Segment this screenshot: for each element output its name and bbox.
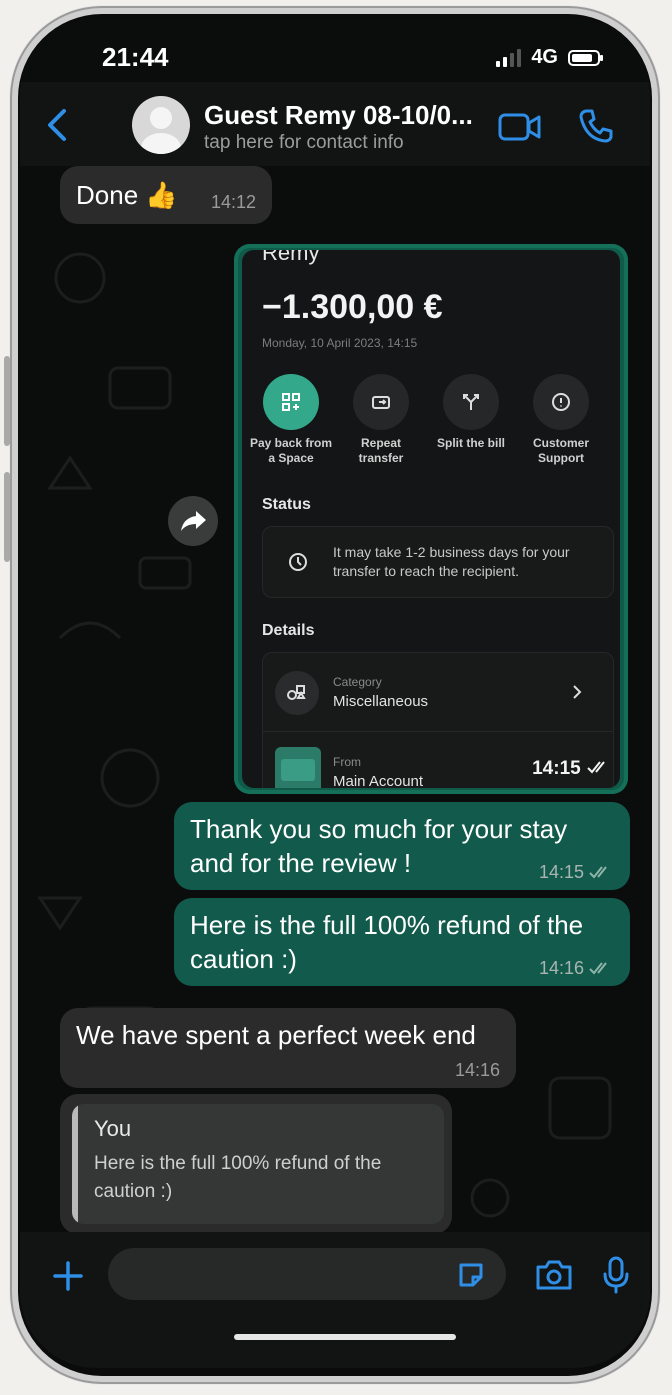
quote-bar <box>72 1104 78 1224</box>
chat-header: Guest Remy 08-10/0... tap here for conta… <box>20 82 650 166</box>
message-composer <box>20 1232 650 1368</box>
battery-icon <box>568 49 603 66</box>
message-time: 14:16 <box>454 1060 500 1080</box>
home-indicator[interactable] <box>234 1334 456 1340</box>
forward-arrow-icon <box>181 511 206 531</box>
default-avatar-icon <box>141 107 181 154</box>
action-pay-back: Pay back from a Space <box>248 374 334 466</box>
action-label: Customer Support <box>532 436 589 465</box>
action-label: Pay back from a Space <box>249 436 333 465</box>
back-chevron-icon[interactable] <box>44 108 72 142</box>
message-incoming-done[interactable]: Done 👍 14:12 <box>60 166 272 224</box>
read-receipt-icon <box>587 761 605 774</box>
category-icon <box>275 671 319 715</box>
camera-icon[interactable] <box>534 1258 574 1292</box>
network-type: 4G <box>531 46 558 68</box>
plus-icon[interactable] <box>52 1260 84 1292</box>
status-time: 21:44 <box>102 42 169 72</box>
chevron-right-icon <box>573 685 582 699</box>
from-value: Main Account <box>333 773 424 788</box>
message-time: 14:15 <box>532 758 612 780</box>
forward-button[interactable] <box>168 496 218 546</box>
category-label: Category <box>333 675 382 689</box>
receipt-date: Monday, 10 April 2023, 14:15 <box>262 336 418 350</box>
repeat-transfer-icon <box>353 374 409 430</box>
action-label: Repeat transfer <box>358 436 404 465</box>
message-incoming-reply[interactable]: You Here is the full 100% refund of the … <box>60 1094 452 1234</box>
voice-call-icon[interactable] <box>578 108 614 144</box>
receipt-recipient: Remy <box>262 250 320 265</box>
message-image[interactable]: Remy −1.300,00 € Monday, 10 April 2023, … <box>234 244 628 794</box>
message-time: 14:12 <box>210 192 256 212</box>
read-receipt-icon <box>589 962 607 975</box>
video-call-icon[interactable] <box>498 112 542 142</box>
contact-name[interactable]: Guest Remy 08-10/0... <box>204 100 473 131</box>
message-text: We have spent a perfect week end <box>76 1020 476 1050</box>
signal-icon <box>496 48 522 67</box>
microphone-icon[interactable] <box>602 1256 630 1294</box>
quote-author: You <box>94 1116 132 1141</box>
screen: 21:44 4G Guest Remy 08-10/0... tap here … <box>20 18 650 1368</box>
avatar[interactable] <box>132 96 190 154</box>
message-outgoing-thanks[interactable]: Thank you so much for your stay and for … <box>174 802 630 890</box>
receipt-amount: −1.300,00 € <box>262 288 443 326</box>
details-title: Details <box>262 622 315 639</box>
action-label: Split the bill <box>437 436 505 450</box>
contact-info-hint[interactable]: tap here for contact info <box>204 132 404 154</box>
quoted-message[interactable]: You Here is the full 100% refund of the … <box>72 1104 444 1224</box>
status-text: It may take 1-2 business days for your t… <box>333 544 570 579</box>
message-outgoing-refund[interactable]: Here is the full 100% refund of the caut… <box>174 898 630 986</box>
message-time: 14:15 <box>538 862 584 882</box>
clock-icon <box>289 553 307 571</box>
action-split-bill: Split the bill <box>428 374 514 451</box>
account-card-icon <box>275 747 321 788</box>
message-input[interactable] <box>108 1248 506 1300</box>
pay-back-icon <box>263 374 319 430</box>
status-bar: 21:44 4G <box>20 18 650 82</box>
action-repeat-transfer: Repeat transfer <box>338 374 424 466</box>
sticker-icon[interactable] <box>456 1260 486 1290</box>
volume-down-button <box>4 472 10 562</box>
quote-text: Here is the full 100% refund of the caut… <box>94 1153 382 1202</box>
info-icon <box>533 374 589 430</box>
split-bill-icon <box>443 374 499 430</box>
volume-up-button <box>4 356 10 446</box>
from-label: From <box>333 755 361 769</box>
divider <box>263 731 613 732</box>
action-customer-support: Customer Support <box>518 374 604 466</box>
message-incoming-weekend[interactable]: We have spent a perfect week end 14:16 <box>60 1008 516 1088</box>
message-text: Done 👍 <box>76 180 178 210</box>
message-time: 14:16 <box>538 958 584 978</box>
status-card: It may take 1-2 business days for your t… <box>262 526 614 598</box>
read-receipt-icon <box>589 866 607 879</box>
status-title: Status <box>262 496 311 513</box>
category-value: Miscellaneous <box>333 693 429 710</box>
receipt-screenshot: Remy −1.300,00 € Monday, 10 April 2023, … <box>242 250 620 788</box>
